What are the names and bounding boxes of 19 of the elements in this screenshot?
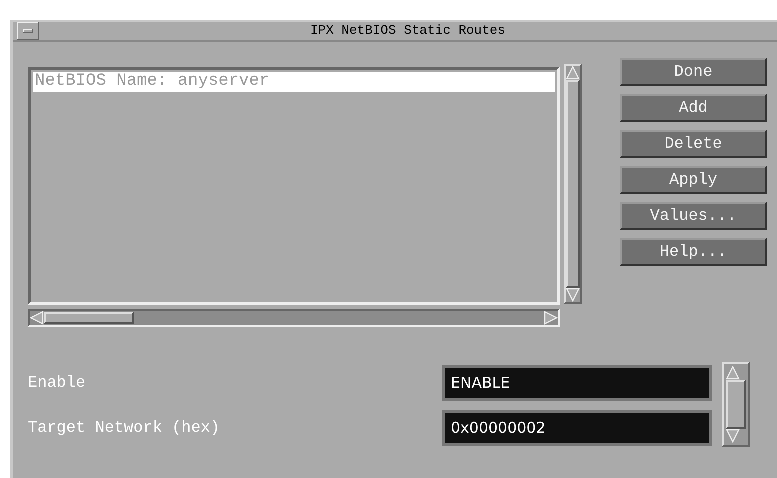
action-button[interactable]: Delete	[620, 130, 767, 158]
action-button[interactable]: Add	[620, 94, 767, 122]
window-menu-button[interactable]	[17, 22, 39, 40]
value-field[interactable]: ENABLE	[442, 365, 712, 401]
value-field[interactable]: 0x00000002	[442, 410, 712, 446]
list-item[interactable]: NetBIOS Name: anyserver	[33, 72, 555, 92]
action-button[interactable]: Help...	[620, 238, 767, 266]
field-label: Target Network (hex)	[27, 418, 222, 439]
scroll-right-arrow-icon[interactable]	[544, 311, 558, 325]
action-button[interactable]: Values...	[620, 202, 767, 230]
action-button[interactable]: Done	[620, 58, 767, 86]
scroll-left-arrow-icon[interactable]	[30, 311, 44, 325]
action-button[interactable]: Apply	[620, 166, 767, 194]
list-box[interactable]: NetBIOS Name: anyserver	[28, 67, 560, 305]
field-label: Enable	[27, 373, 87, 394]
vertical-scrollbar[interactable]	[564, 64, 582, 304]
horizontal-scrollbar[interactable]	[28, 309, 560, 327]
window-title: IPX NetBIOS Static Routes	[309, 22, 507, 40]
vertical-scrollbar[interactable]	[722, 362, 750, 447]
